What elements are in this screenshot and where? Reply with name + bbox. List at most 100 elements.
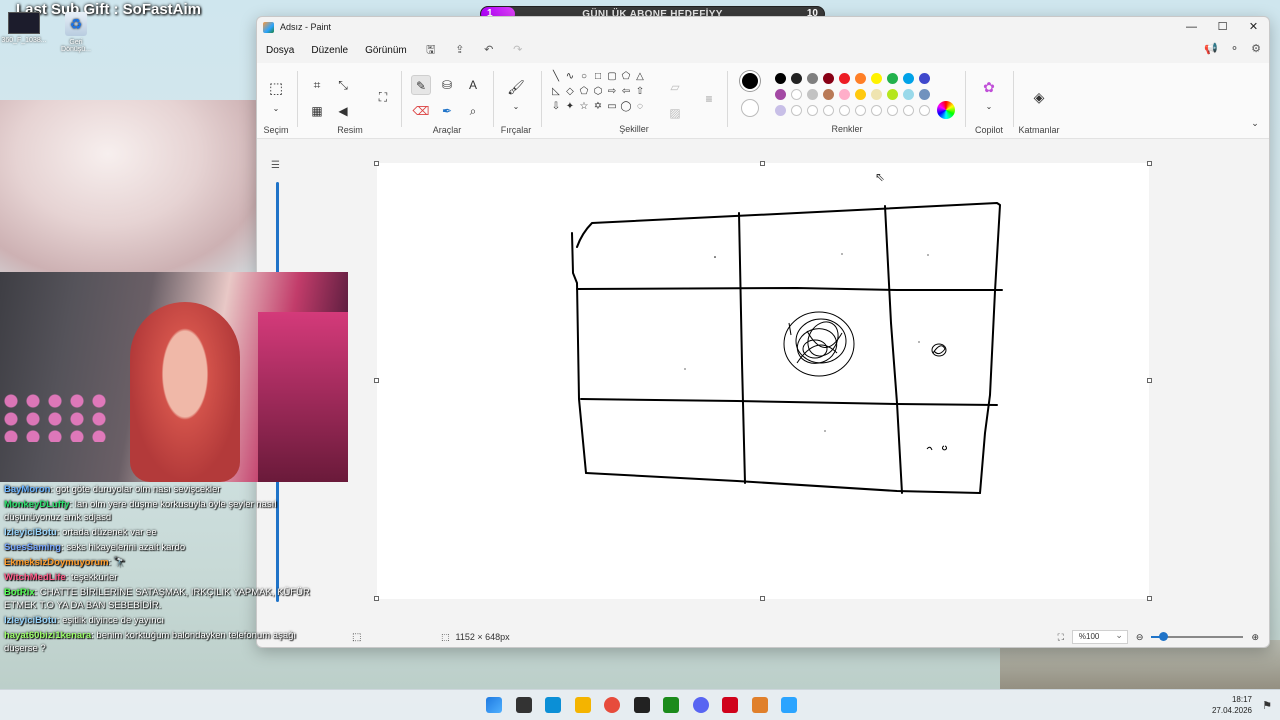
rotate-icon[interactable]: ◀ — [333, 101, 353, 121]
rounded-rectangle-shape-icon[interactable]: ▢ — [605, 71, 619, 86]
resize-handle-top-left[interactable] — [374, 161, 379, 166]
color-swatch[interactable] — [855, 73, 866, 84]
crop-icon[interactable]: ⌗ — [307, 75, 327, 95]
custom-color-slot[interactable] — [839, 105, 850, 116]
pencil-icon[interactable]: ✎ — [411, 75, 431, 95]
feedback-icon[interactable]: 📢 — [1204, 42, 1218, 55]
text-icon[interactable]: A — [463, 75, 483, 95]
menu-file[interactable]: Dosya — [266, 45, 294, 56]
chat-username[interactable]: BotRix — [4, 587, 35, 598]
color-1-swatch[interactable] — [740, 71, 760, 91]
four-point-star-shape-icon[interactable]: ✦ — [563, 101, 577, 116]
chat-username[interactable]: WitchMedLife — [4, 572, 66, 583]
color-swatch[interactable] — [871, 73, 882, 84]
outline-icon[interactable]: ▱ — [665, 77, 685, 97]
diamond-shape-icon[interactable]: ◇ — [563, 86, 577, 101]
custom-color-slot[interactable] — [887, 105, 898, 116]
undo-icon[interactable]: ↶ — [482, 43, 496, 57]
up-arrow-shape-icon[interactable]: ⇧ — [633, 86, 647, 101]
app-orange-icon[interactable] — [751, 697, 768, 713]
color-swatch[interactable] — [775, 105, 786, 116]
zoom-slider[interactable] — [1151, 632, 1244, 641]
fit-to-window-icon[interactable]: ⛶ — [1058, 632, 1064, 643]
color-swatch[interactable] — [919, 89, 930, 100]
remove-background-icon[interactable]: ⛶ — [373, 87, 393, 107]
brush-icon[interactable]: 🖌 — [506, 77, 526, 97]
drawing-canvas[interactable] — [377, 163, 1149, 599]
paint-icon[interactable] — [781, 697, 797, 713]
resize-handle-left[interactable] — [374, 378, 379, 383]
zoom-slider-knob[interactable] — [1159, 632, 1169, 641]
right-triangle-shape-icon[interactable]: ◺ — [549, 86, 563, 101]
menu-edit[interactable]: Düzenle — [311, 45, 348, 56]
color-swatch[interactable] — [839, 89, 850, 100]
resize-handle-bottom-left[interactable] — [374, 596, 379, 601]
desktop-icon-image[interactable]: 360_F_1038... — [0, 12, 48, 44]
chat-username[interactable]: EkmeksizDoymuyorum — [4, 557, 109, 568]
callout-rect-shape-icon[interactable]: ▭ — [605, 101, 619, 116]
custom-color-slot[interactable] — [903, 105, 914, 116]
custom-color-slot[interactable] — [919, 105, 930, 116]
menu-view[interactable]: Görünüm — [365, 45, 407, 56]
chat-username[interactable]: BayMoron — [4, 484, 50, 495]
resize-handle-top[interactable] — [760, 161, 765, 166]
custom-color-slot[interactable] — [791, 105, 802, 116]
image-select-icon[interactable]: ▦ — [307, 101, 327, 121]
chat-username[interactable]: IzleyiciBotu — [4, 615, 57, 626]
custom-color-slot[interactable] — [823, 105, 834, 116]
zoom-out-icon[interactable]: ⊖ — [1136, 632, 1144, 643]
chevron-down-icon[interactable]: ⌄ — [979, 97, 999, 117]
chat-username[interactable]: hayat60bizi1kenara — [4, 630, 91, 641]
color-swatch[interactable] — [871, 89, 882, 100]
color-swatch[interactable] — [839, 73, 850, 84]
windows-start-icon[interactable] — [486, 697, 502, 713]
title-bar[interactable]: Adsız - Paint — ☐ ✕ — [257, 17, 1269, 37]
app-red-icon[interactable] — [722, 697, 738, 713]
eraser-icon[interactable]: ⌫ — [411, 101, 431, 121]
oval-shape-icon[interactable]: ○ — [577, 71, 591, 86]
color-swatch[interactable] — [887, 89, 898, 100]
magnifier-icon[interactable]: ⌕ — [463, 101, 483, 121]
color-swatch[interactable] — [823, 89, 834, 100]
shapes-gallery[interactable]: ╲ ∿ ○ □ ▢ ⬠ △ ◺ ◇ ⬠ ⬡ ⇨ ⇦ ⇧ ⇩ ✦ ☆ ✡ ▭ ◯ ◌ — [549, 71, 651, 116]
color-wheel-icon[interactable] — [937, 101, 955, 119]
resize-handle-right[interactable] — [1147, 378, 1152, 383]
five-point-star-shape-icon[interactable]: ☆ — [577, 101, 591, 116]
custom-color-slot[interactable] — [807, 105, 818, 116]
settings-icon[interactable]: ⚙ — [1251, 42, 1261, 55]
color-swatch[interactable] — [919, 73, 930, 84]
triangle-shape-icon[interactable]: △ — [633, 71, 647, 86]
color-swatch[interactable] — [807, 73, 818, 84]
hexagon-shape-icon[interactable]: ⬡ — [591, 86, 605, 101]
panel-menu-icon[interactable]: ☰ — [271, 160, 280, 171]
notification-icon[interactable]: ⚑ — [1262, 699, 1272, 712]
edge-icon[interactable] — [545, 697, 561, 713]
chevron-down-icon[interactable]: ⌄ — [506, 97, 526, 117]
six-point-star-shape-icon[interactable]: ✡ — [591, 101, 605, 116]
resize-icon[interactable]: ⤡ — [333, 75, 353, 95]
callout-cloud-shape-icon[interactable]: ◌ — [633, 101, 647, 116]
zoom-select[interactable]: %100 — [1071, 629, 1128, 644]
down-arrow-shape-icon[interactable]: ⇩ — [549, 101, 563, 116]
right-arrow-shape-icon[interactable]: ⇨ — [605, 86, 619, 101]
color-swatch[interactable] — [775, 89, 786, 100]
chat-username[interactable]: MonkeyDLuffy — [4, 499, 69, 510]
custom-color-slot[interactable] — [855, 105, 866, 116]
desktop-icon-recycle-bin[interactable]: ♻ Geri Dönüşü... — [52, 12, 100, 53]
chevron-down-icon[interactable]: ⌄ — [266, 99, 286, 119]
color-2-swatch[interactable] — [741, 99, 759, 117]
layers-icon[interactable]: ◈ — [1029, 87, 1049, 107]
terminal-icon[interactable] — [515, 697, 532, 713]
fill-icon[interactable]: ⛁ — [437, 75, 457, 95]
chat-username[interactable]: SuesSaming — [4, 542, 61, 553]
left-arrow-shape-icon[interactable]: ⇦ — [619, 86, 633, 101]
color-swatch[interactable] — [855, 89, 866, 100]
color-swatch[interactable] — [791, 89, 802, 100]
shape-fill-icon[interactable]: ▨ — [665, 103, 685, 123]
resize-handle-bottom-right[interactable] — [1147, 596, 1152, 601]
obs-icon[interactable] — [633, 697, 650, 713]
zoom-in-icon[interactable]: ⊕ — [1251, 632, 1259, 643]
chat-username[interactable]: IzleyiciBotu — [4, 527, 57, 538]
pentagon-shape-icon[interactable]: ⬠ — [577, 86, 591, 101]
close-button[interactable]: ✕ — [1238, 17, 1269, 37]
